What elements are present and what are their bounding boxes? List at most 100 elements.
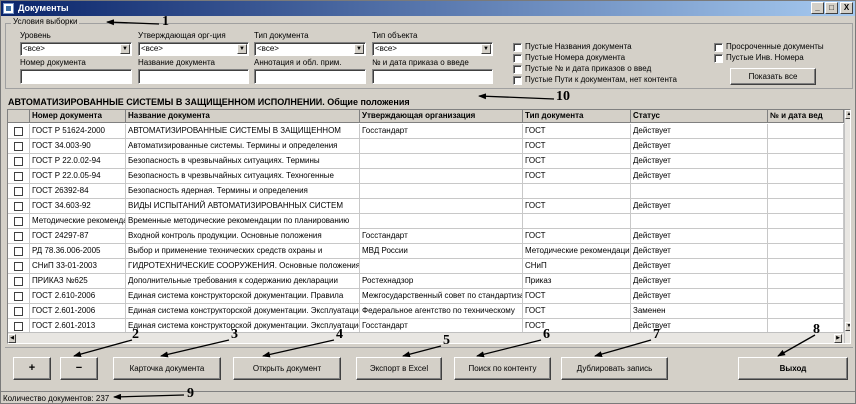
empty-order-numbers-checkbox[interactable] <box>513 65 522 74</box>
table-cell[interactable]: Выбор и применение технических средств о… <box>126 244 360 259</box>
row-checkbox[interactable] <box>14 322 23 331</box>
table-cell[interactable]: Действует <box>631 139 768 154</box>
chevron-down-icon[interactable]: ▼ <box>354 44 364 54</box>
table-cell[interactable]: Действует <box>631 154 768 169</box>
table-cell[interactable] <box>768 154 844 169</box>
table-cell[interactable]: ГОСТ Р 22.0.02-94 <box>30 154 126 169</box>
table-cell[interactable]: ПРИКАЗ №625 <box>30 274 126 289</box>
table-cell[interactable]: ГОСТ <box>523 154 631 169</box>
expired-docs-checkbox[interactable] <box>714 43 723 52</box>
table-cell[interactable]: Ростехнадзор <box>360 274 523 289</box>
table-row[interactable]: ПРИКАЗ №625 Дополнительные требования к с… <box>8 274 844 289</box>
empty-paths-checkbox[interactable] <box>513 76 522 85</box>
table-cell[interactable] <box>360 199 523 214</box>
table-cell[interactable]: ГОСТ <box>523 139 631 154</box>
duplicate-record-button[interactable]: Дублировать запись <box>561 357 668 380</box>
table-cell[interactable]: ГОСТ <box>523 229 631 244</box>
table-cell[interactable] <box>631 214 768 229</box>
row-checkbox[interactable] <box>14 157 23 166</box>
table-cell[interactable]: Автоматизированные системы. Термины и оп… <box>126 139 360 154</box>
column-header[interactable]: Тип документа <box>523 110 631 123</box>
table-cell[interactable]: Действует <box>631 199 768 214</box>
table-cell[interactable]: Действует <box>631 124 768 139</box>
table-cell[interactable]: Методические рекомендации <box>523 244 631 259</box>
table-cell[interactable] <box>360 184 523 199</box>
scroll-right-icon[interactable]: ▶ <box>834 334 842 343</box>
table-cell[interactable]: Действует <box>631 289 768 304</box>
table-cell[interactable] <box>360 214 523 229</box>
table-row[interactable]: ГОСТ 24297-87 Входной контроль продукции.… <box>8 229 844 244</box>
show-all-button[interactable]: Показать все <box>730 68 816 85</box>
table-row[interactable]: ГОСТ 34.603-92 ВИДЫ ИСПЫТАНИЙ АВТОМАТИЗИР… <box>8 199 844 214</box>
table-cell[interactable]: ГОСТ 26392-84 <box>30 184 126 199</box>
table-cell[interactable] <box>523 214 631 229</box>
table-cell[interactable]: Действует <box>631 274 768 289</box>
table-cell[interactable]: Госстандарт <box>360 229 523 244</box>
table-cell[interactable] <box>768 259 844 274</box>
column-header[interactable]: Статус <box>631 110 768 123</box>
table-cell[interactable]: ВИДЫ ИСПЫТАНИЙ АВТОМАТИЗИРОВАННЫХ СИСТЕМ <box>126 199 360 214</box>
level-select[interactable]: <все> ▼ <box>20 42 132 56</box>
table-row[interactable]: ГОСТ 26392-84 Безопасность ядерная. Терми… <box>8 184 844 199</box>
table-cell[interactable] <box>768 274 844 289</box>
table-cell[interactable]: СНиП 33-01-2003 <box>30 259 126 274</box>
table-cell[interactable]: Госстандарт <box>360 124 523 139</box>
scroll-up-icon[interactable]: ▲ <box>845 110 850 119</box>
column-header[interactable]: Утверждающая организация <box>360 110 523 123</box>
table-cell[interactable]: Действует <box>631 169 768 184</box>
table-cell[interactable]: Федеральное агентство по техническому <box>360 304 523 319</box>
row-checkbox[interactable] <box>14 232 23 241</box>
table-cell[interactable]: ГОСТ <box>523 124 631 139</box>
remove-button[interactable]: − <box>60 357 98 380</box>
table-cell[interactable]: ГОСТ <box>523 289 631 304</box>
table-cell[interactable]: Безопасность в чрезвычайных ситуациях. Т… <box>126 154 360 169</box>
table-cell[interactable]: ГОСТ <box>523 169 631 184</box>
export-excel-button[interactable]: Экспорт в Excel <box>356 357 442 380</box>
empty-inv-numbers-checkbox[interactable] <box>714 54 723 63</box>
row-checkbox[interactable] <box>14 307 23 316</box>
maximize-button[interactable]: □ <box>825 2 838 14</box>
table-row[interactable]: РД 78.36.006-2005 Выбор и применение техн… <box>8 244 844 259</box>
table-cell[interactable] <box>768 139 844 154</box>
table-cell[interactable] <box>768 124 844 139</box>
column-header[interactable]: Номер документа <box>30 110 126 123</box>
table-cell[interactable] <box>523 184 631 199</box>
table-cell[interactable]: Безопасность в чрезвычайных ситуациях. Т… <box>126 169 360 184</box>
minimize-button[interactable]: _ <box>811 2 824 14</box>
close-button[interactable]: X <box>840 2 853 14</box>
empty-doc-names-checkbox[interactable] <box>513 43 522 52</box>
exit-button[interactable]: Выход <box>738 357 848 380</box>
table-cell[interactable]: ГОСТ Р 22.0.05-94 <box>30 169 126 184</box>
table-cell[interactable] <box>768 169 844 184</box>
add-button[interactable]: + <box>13 357 51 380</box>
table-cell[interactable] <box>768 244 844 259</box>
row-checkbox[interactable] <box>14 142 23 151</box>
table-cell[interactable] <box>360 259 523 274</box>
row-checkbox[interactable] <box>14 187 23 196</box>
table-row[interactable]: ГОСТ Р 22.0.05-94 Безопасность в чрезвыча… <box>8 169 844 184</box>
chevron-down-icon[interactable]: ▼ <box>120 44 130 54</box>
row-checkbox[interactable] <box>14 202 23 211</box>
row-checkbox[interactable] <box>14 217 23 226</box>
table-cell[interactable]: Межгосударственный совет по стандартизац… <box>360 289 523 304</box>
table-cell[interactable] <box>768 214 844 229</box>
row-checkbox[interactable] <box>14 292 23 301</box>
doc-name-input[interactable] <box>138 69 249 84</box>
content-search-button[interactable]: Поиск по контенту <box>454 357 551 380</box>
table-cell[interactable]: ГОСТ <box>523 199 631 214</box>
approving-org-select[interactable]: <все> ▼ <box>138 42 249 56</box>
table-row[interactable]: ГОСТ 2.610-2006 Единая система конструкто… <box>8 289 844 304</box>
table-cell[interactable] <box>768 304 844 319</box>
table-cell[interactable]: РД 78.36.006-2005 <box>30 244 126 259</box>
row-checkbox[interactable] <box>14 127 23 136</box>
table-cell[interactable]: ГОСТ 34.003-90 <box>30 139 126 154</box>
table-cell[interactable]: Действует <box>631 229 768 244</box>
table-row[interactable]: Методические рекомендацииВременные метод… <box>8 214 844 229</box>
table-row[interactable]: ГОСТ Р 51624-2000 АВТОМАТИЗИРОВАННЫЕ СИСТ… <box>8 124 844 139</box>
table-cell[interactable] <box>768 229 844 244</box>
table-cell[interactable] <box>768 289 844 304</box>
table-cell[interactable]: ГОСТ <box>523 304 631 319</box>
open-document-button[interactable]: Открыть документ <box>233 357 341 380</box>
order-number-input[interactable] <box>372 69 493 84</box>
empty-doc-numbers-checkbox[interactable] <box>513 54 522 63</box>
